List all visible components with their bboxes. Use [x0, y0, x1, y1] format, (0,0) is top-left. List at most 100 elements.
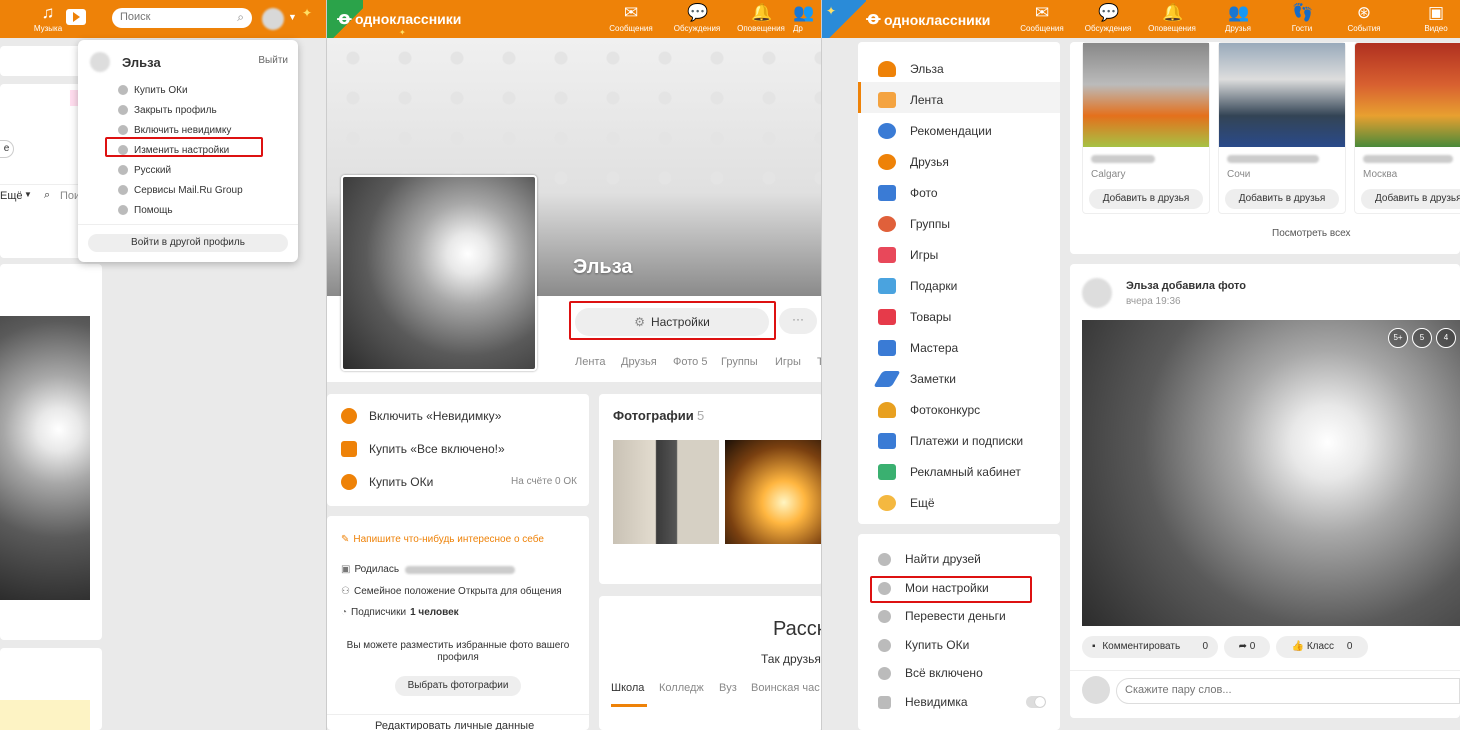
- dropdown-item-close-profile[interactable]: Закрыть профиль: [118, 100, 217, 120]
- friend-photo[interactable]: [1355, 43, 1460, 147]
- nav-notifications[interactable]: 🔔 Оповещения: [733, 4, 789, 34]
- invisible-toggle[interactable]: [1026, 696, 1046, 708]
- chevron-down-icon[interactable]: ▼: [288, 12, 297, 22]
- submenu-transfer-money[interactable]: Перевести деньги: [878, 609, 1006, 623]
- search-input[interactable]: [120, 11, 230, 23]
- nav-discussions[interactable]: 💬 Обсуждения: [669, 4, 725, 34]
- rating-badge[interactable]: 5: [1412, 328, 1432, 348]
- comment-input[interactable]: [1125, 684, 1445, 696]
- post-photo[interactable]: [0, 316, 90, 600]
- rating-badge[interactable]: 5+: [1388, 328, 1408, 348]
- nav-guests[interactable]: 👣 Гости: [1274, 4, 1330, 34]
- dropdown-item-help[interactable]: Помощь: [118, 200, 173, 220]
- search-box[interactable]: ⌕: [112, 8, 252, 28]
- menu-item-notes[interactable]: Заметки: [873, 363, 956, 394]
- tab-feed[interactable]: Лента: [575, 356, 605, 368]
- share-button[interactable]: ➦ 0: [1224, 636, 1270, 658]
- brand-name[interactable]: одноклассники: [355, 11, 461, 27]
- subscribers-row[interactable]: ◔ Подписчики 1 человек: [341, 607, 459, 618]
- photos-title[interactable]: Фотографии: [613, 408, 694, 423]
- tab-groups[interactable]: Группы: [721, 356, 758, 368]
- menu-item-groups[interactable]: Группы: [878, 208, 950, 239]
- nav-friends[interactable]: 👥 Др: [793, 4, 821, 33]
- nav-events[interactable]: ⊛ События: [1336, 4, 1392, 34]
- comment-button[interactable]: ▪ Комментировать 0: [1082, 636, 1218, 658]
- photo-thumb[interactable]: [725, 440, 821, 544]
- tab-university[interactable]: Вуз: [719, 682, 737, 694]
- btn-fragment[interactable]: е: [0, 140, 14, 158]
- menu-item-ads[interactable]: Рекламный кабинет: [878, 456, 1021, 487]
- action-invisible[interactable]: Включить «Невидимку»: [341, 408, 501, 424]
- menu-item-profile[interactable]: Эльза: [878, 53, 944, 84]
- search-icon[interactable]: ⌕: [44, 189, 50, 202]
- dropdown-item-language[interactable]: Русский: [118, 160, 171, 180]
- search-icon[interactable]: ⌕: [237, 10, 244, 25]
- friend-name-blurred[interactable]: [1227, 155, 1319, 163]
- add-friend-button[interactable]: Добавить в друзья: [1089, 189, 1203, 209]
- menu-item-goods[interactable]: Товары: [878, 301, 951, 332]
- comment-input-wrap[interactable]: [1116, 678, 1460, 704]
- chevron-down-icon[interactable]: ▼: [24, 190, 32, 199]
- add-friend-button[interactable]: Добавить в друзья: [1225, 189, 1339, 209]
- lock-icon: [118, 105, 128, 115]
- action-buy-ok[interactable]: Купить ОКи: [341, 474, 433, 490]
- trophy-icon: [878, 401, 896, 418]
- photo-thumb[interactable]: [613, 440, 719, 544]
- other-profile-button[interactable]: Войти в другой профиль: [88, 234, 288, 252]
- tab-college[interactable]: Колледж: [659, 682, 704, 694]
- menu-item-recommendations[interactable]: Рекомендации: [878, 115, 992, 146]
- nav-notifications[interactable]: 🔔 Оповещения: [1144, 4, 1200, 34]
- nav-discussions[interactable]: 💬 Обсуждения: [1080, 4, 1136, 34]
- more-button[interactable]: ···: [779, 308, 817, 334]
- nav-messages[interactable]: ✉ Сообщения: [1014, 4, 1070, 34]
- avatar[interactable]: [1082, 278, 1112, 308]
- tab-school[interactable]: Школа: [611, 682, 644, 694]
- edit-data-link[interactable]: Редактировать личные данные: [375, 720, 534, 730]
- menu-item-masters[interactable]: Мастера: [878, 332, 958, 363]
- more-menu[interactable]: Ещё: [0, 190, 23, 202]
- menu-item-more[interactable]: Ещё: [878, 487, 935, 518]
- rating-badge[interactable]: 4: [1436, 328, 1456, 348]
- write-about-link[interactable]: ✎ Напишите что-нибудь интересное о себе: [341, 534, 544, 545]
- nav-video[interactable]: ▣ Видео: [1408, 4, 1460, 34]
- menu-item-feed[interactable]: Лента: [878, 84, 943, 115]
- video-play-icon[interactable]: [66, 9, 86, 25]
- panel-3: ✦ ꝋ одноклассники ✉ Сообщения 💬 Обсуждения…: [822, 0, 1460, 730]
- friend-name-blurred[interactable]: [1363, 155, 1453, 163]
- menu-item-gifts[interactable]: Подарки: [878, 270, 957, 301]
- menu-item-friends[interactable]: Друзья: [878, 146, 949, 177]
- submenu-find-friends[interactable]: Найти друзей: [878, 552, 981, 566]
- submenu-buy-ok[interactable]: Купить ОКи: [878, 638, 969, 652]
- nav-messages[interactable]: ✉ Сообщения: [603, 4, 659, 34]
- like-button[interactable]: 👍 Класс 0: [1276, 636, 1368, 658]
- profile-avatar-photo[interactable]: [341, 175, 537, 371]
- post-photo[interactable]: 5+ 5 4: [1082, 320, 1460, 626]
- action-all-inclusive[interactable]: Купить «Все включено!»: [341, 441, 505, 457]
- post-author[interactable]: Эльза добавила фото: [1126, 280, 1246, 292]
- dropdown-item-mailru[interactable]: Сервисы Mail.Ru Group: [118, 180, 243, 200]
- menu-item-photos[interactable]: Фото: [878, 177, 938, 208]
- tab-games[interactable]: Игры: [775, 356, 801, 368]
- avatar[interactable]: [262, 8, 284, 30]
- add-friend-button[interactable]: Добавить в друзья: [1361, 189, 1460, 209]
- friend-name-blurred[interactable]: [1091, 155, 1155, 163]
- menu-item-games[interactable]: Игры: [878, 239, 938, 270]
- tab-military[interactable]: Воинская час: [751, 682, 820, 694]
- see-all-link[interactable]: Посмотреть всех: [1272, 228, 1350, 239]
- friend-photo[interactable]: [1083, 43, 1209, 147]
- brand-name[interactable]: одноклассники: [884, 12, 990, 28]
- submenu-invisible[interactable]: Невидимка: [878, 695, 968, 709]
- nav-friends[interactable]: 👥 Друзья: [1210, 4, 1266, 34]
- logout-link[interactable]: Выйти: [258, 55, 288, 66]
- menu-item-payments[interactable]: Платежи и подписки: [878, 425, 1023, 456]
- dropdown-user-name[interactable]: Эльза: [122, 55, 161, 70]
- ok-logo-icon[interactable]: ꝋ: [337, 8, 352, 30]
- menu-item-photo-contest[interactable]: Фотоконкурс: [878, 394, 980, 425]
- choose-photos-button[interactable]: Выбрать фотографии: [395, 676, 521, 696]
- submenu-all-inclusive[interactable]: Всё включено: [878, 666, 983, 680]
- dropdown-item-buy-ok[interactable]: Купить ОКи: [118, 80, 188, 100]
- tab-photos[interactable]: Фото 5: [673, 356, 707, 368]
- tab-friends[interactable]: Друзья: [621, 356, 657, 368]
- ok-logo-icon[interactable]: ꝋ: [866, 8, 881, 30]
- friend-photo[interactable]: [1219, 43, 1345, 147]
